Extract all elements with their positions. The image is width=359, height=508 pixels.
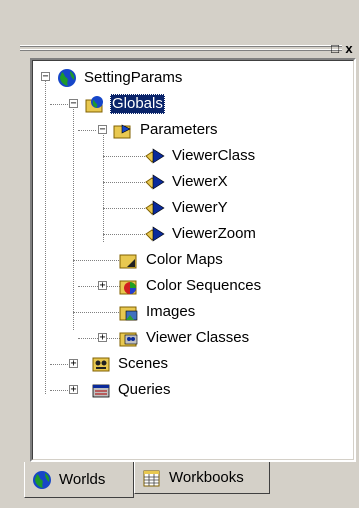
arrow-param-icon — [144, 146, 166, 166]
arrow-param-icon — [144, 198, 166, 218]
tree-node-globals[interactable]: Globals — [84, 93, 165, 115]
node-label: ViewerY — [172, 199, 228, 216]
tree-node-color-sequences[interactable]: Color Sequences — [118, 275, 263, 297]
tab-workbooks[interactable]: Workbooks — [134, 462, 270, 494]
folder-viewer-icon — [118, 328, 140, 348]
folder-params-icon — [112, 120, 134, 140]
tree-node-viewerzoom[interactable]: ViewerZoom — [144, 223, 258, 245]
collapse-globals-toggle[interactable]: − — [69, 99, 78, 109]
tree-node-viewery[interactable]: ViewerY — [144, 197, 230, 219]
tree-node-settingparams[interactable]: SettingParams — [56, 67, 184, 89]
arrow-param-icon — [144, 172, 166, 192]
queries-icon — [90, 380, 112, 400]
panel-grip-bar[interactable] — [20, 44, 342, 54]
tab-worlds[interactable]: Worlds — [24, 462, 134, 498]
folder-colorseq-icon — [118, 276, 140, 296]
collapse-settingparams-toggle[interactable]: − — [41, 72, 50, 82]
tab-label: Worlds — [59, 471, 106, 488]
tree-node-viewerclass[interactable]: ViewerClass — [144, 145, 257, 167]
expand-viewer-classes-toggle[interactable]: + — [98, 333, 107, 343]
expand-color-sequences-toggle[interactable]: + — [98, 281, 107, 291]
collapse-parameters-toggle[interactable]: − — [98, 125, 107, 135]
expand-scenes-toggle[interactable]: + — [69, 359, 78, 369]
node-label: Color Maps — [146, 251, 223, 268]
node-label: Scenes — [118, 355, 169, 372]
tree-node-parameters[interactable]: Parameters — [112, 119, 220, 141]
close-button[interactable]: x — [342, 42, 356, 56]
folder-globe-icon — [84, 94, 106, 114]
node-label: Viewer Classes — [146, 329, 250, 346]
expand-queries-toggle[interactable]: + — [69, 385, 78, 395]
node-label: Parameters — [140, 121, 218, 138]
node-label: Color Sequences — [146, 277, 262, 294]
tree-node-viewer-classes[interactable]: Viewer Classes — [118, 327, 251, 349]
node-label: Globals — [110, 94, 165, 114]
node-label: ViewerX — [172, 173, 228, 190]
tree-node-queries[interactable]: Queries — [90, 379, 173, 401]
folder-images-icon — [118, 302, 140, 322]
node-label: Queries — [118, 381, 171, 398]
tree-node-color-maps[interactable]: Color Maps — [118, 249, 225, 271]
arrow-param-icon — [144, 224, 166, 244]
node-label: SettingParams — [84, 69, 183, 86]
restore-button[interactable]: □ — [328, 42, 342, 56]
tree-panel: − − − + + + + SettingParams Globals Para… — [30, 58, 356, 462]
node-label: ViewerZoom — [172, 225, 256, 242]
node-label: Images — [146, 303, 196, 320]
globe-icon — [31, 470, 53, 490]
node-label: ViewerClass — [172, 147, 256, 164]
tab-label: Workbooks — [169, 469, 244, 486]
tree-node-viewerx[interactable]: ViewerX — [144, 171, 230, 193]
scenes-icon — [90, 354, 112, 374]
tree-node-scenes[interactable]: Scenes — [90, 353, 170, 375]
folder-colormap-icon — [118, 250, 140, 270]
workbook-icon — [141, 468, 163, 488]
bottom-tab-strip: Worlds Workbooks — [24, 462, 354, 502]
tree-node-images[interactable]: Images — [118, 301, 197, 323]
globe-icon — [56, 68, 78, 88]
